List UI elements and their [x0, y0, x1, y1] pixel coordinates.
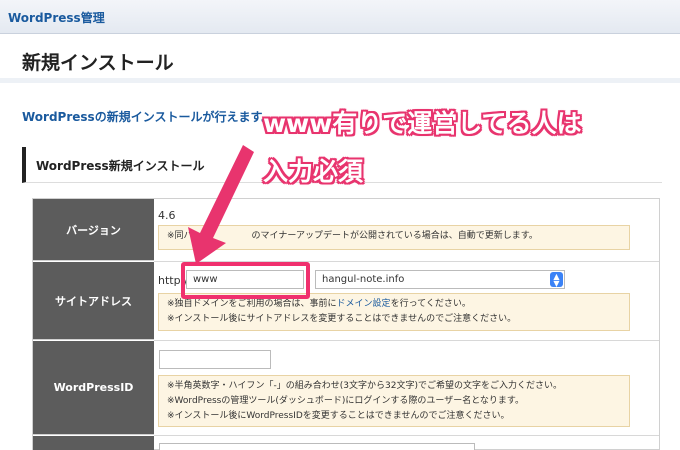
- site-note-line1-post: を行ってください。: [390, 299, 471, 309]
- title-divider: [0, 78, 680, 83]
- version-value: 4.6: [158, 209, 176, 222]
- annotation-line2: 入力必須: [263, 157, 364, 186]
- wordpress-id-label: WordPressID: [33, 341, 154, 435]
- row-divider: [154, 435, 659, 436]
- wordpress-id-note: ※半角英数字・ハイフン「-」の組み合わせ(3文字から32文字)でご希望の文字をご…: [158, 375, 630, 427]
- version-note: ※同バー のマイナーアップデートが公開されている場合は、自動で更新します。: [158, 225, 630, 250]
- site-note-line1-pre: ※独自ドメインをご利用の場合は、事前に: [167, 299, 337, 309]
- next-row-input[interactable]: [159, 443, 475, 450]
- top-bar: WordPress管理: [0, 0, 680, 34]
- app-title: WordPress管理: [8, 11, 105, 25]
- version-label: バージョン: [33, 199, 154, 261]
- domain-selected: hangul-note.info: [322, 274, 405, 285]
- wpid-note-line2: ※WordPressの管理ツール(ダッシュボード)にログインする際のユーザー名と…: [167, 396, 525, 406]
- site-note-line2: ※インストール後にサイトアドレスを変更することはできませんのでご注意ください。: [167, 314, 517, 324]
- page-title: 新規インストール: [22, 52, 174, 74]
- next-row-label: [33, 436, 154, 450]
- wpid-note-line3: ※インストール後にWordPressIDを変更することはできませんのでご注意くだ…: [167, 411, 510, 421]
- install-form-table: バージョン 4.6 ※同バー のマイナーアップデートが公開されている場合は、自動で…: [32, 198, 660, 450]
- wpid-note-line1: ※半角英数字・ハイフン「-」の組み合わせ(3文字から32文字)でご希望の文字をご…: [167, 381, 562, 391]
- row-divider: [154, 340, 659, 341]
- site-address-label: サイトアドレス: [33, 262, 154, 340]
- version-note-a: ※同バー: [167, 231, 202, 241]
- domain-select[interactable]: hangul-note.info ▲ ▼: [315, 270, 565, 289]
- intro-text: WordPressの新規インストールが行えます。: [22, 110, 274, 124]
- wordpress-id-input[interactable]: [159, 350, 271, 369]
- domain-settings-link[interactable]: ドメイン設定: [337, 299, 391, 309]
- section-title: WordPress新規インストール: [36, 159, 205, 173]
- highlight-box: [181, 262, 310, 299]
- annotation-line1: www有りで運営してる人は: [263, 109, 582, 138]
- chevron-updown-icon: ▲ ▼: [550, 272, 563, 288]
- version-note-b: のマイナーアップデートが公開されている場合は、自動で更新します。: [251, 231, 538, 241]
